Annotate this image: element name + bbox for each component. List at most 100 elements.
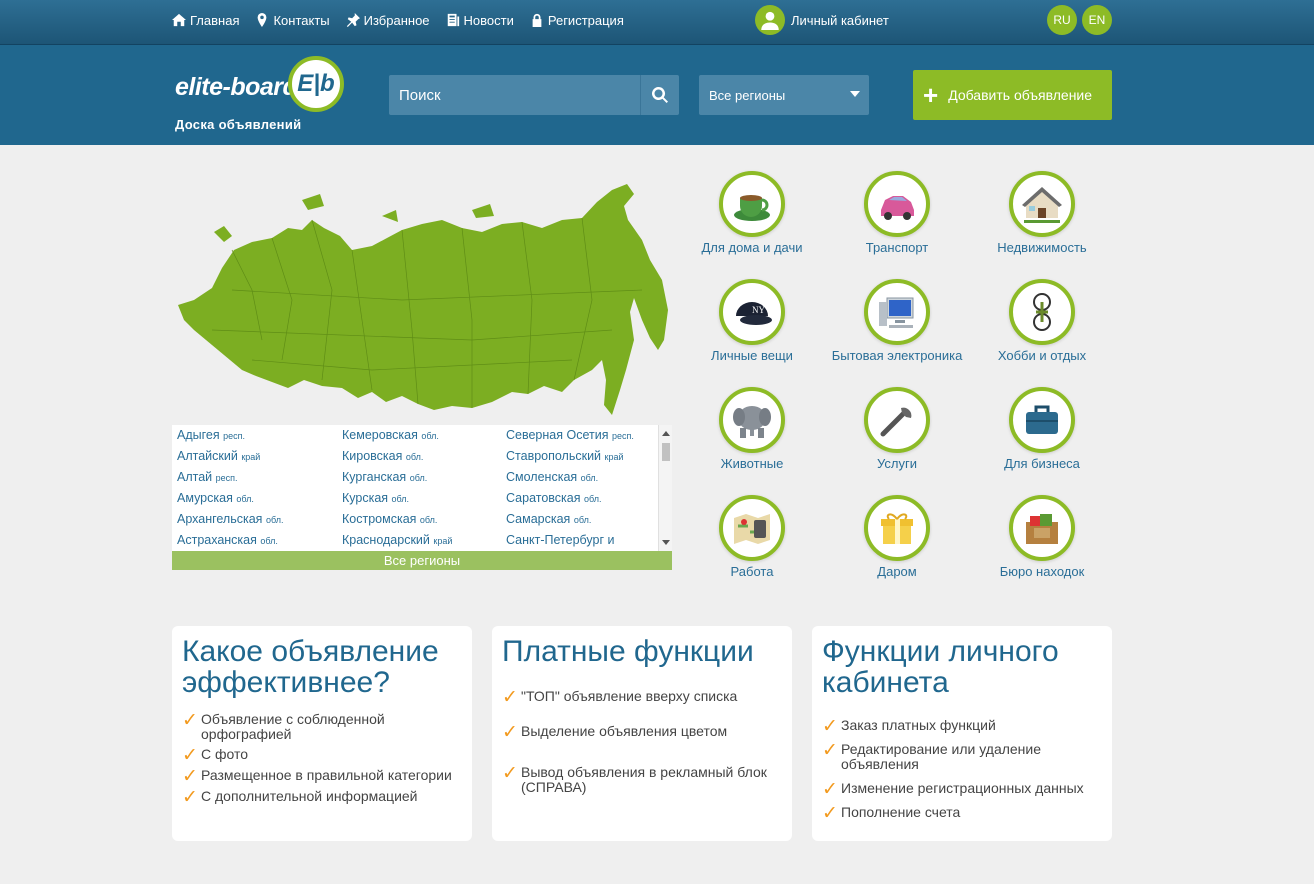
box-icon <box>1026 514 1058 544</box>
lock-icon <box>532 13 542 27</box>
category-jobs[interactable]: Работа <box>682 495 822 579</box>
scroll-thumb[interactable] <box>662 443 670 461</box>
category-services[interactable]: Услуги <box>827 387 967 471</box>
cabinet-label: Личный кабинет <box>791 12 889 28</box>
category-label: Для бизнеса <box>1004 456 1080 471</box>
avatar <box>755 5 785 35</box>
box-title: Какое объявление эффективнее? <box>182 635 439 699</box>
category-free[interactable]: Даром <box>827 495 967 579</box>
region-link[interactable]: Астраханская обл. <box>177 533 337 551</box>
region-select[interactable]: Все регионы <box>699 75 869 115</box>
info-box-effective-ad: Какое объявление эффективнее? ✓ Объявлени… <box>172 626 472 841</box>
region-link[interactable]: Курская обл. <box>342 491 502 512</box>
box-list: ✓ "ТОП" объявление вверху списка ✓ Выделен… <box>502 688 782 795</box>
category-icon-circle: NY <box>719 279 785 345</box>
region-link[interactable]: Костромская обл. <box>342 512 502 533</box>
category-hobby[interactable]: Хобби и отдых <box>972 279 1112 363</box>
lang-ru-button[interactable]: RU <box>1047 5 1077 35</box>
category-home-garden[interactable]: Для дома и дачи <box>682 171 822 255</box>
check-icon: ✓ <box>502 722 518 743</box>
region-link[interactable]: Алтайский край <box>177 449 337 470</box>
list-item: ✓ Изменение регистрационных данных <box>822 779 1084 800</box>
category-personal-items[interactable]: NY Личные вещи <box>682 279 822 363</box>
region-link[interactable]: Саратовская обл. <box>506 491 666 512</box>
lang-en-button[interactable]: EN <box>1082 5 1112 35</box>
category-animals[interactable]: Животные <box>682 387 822 471</box>
cap-icon: NY <box>736 302 772 325</box>
check-icon: ✓ <box>822 716 838 737</box>
personal-cabinet-link[interactable]: Личный кабинет <box>755 5 889 35</box>
search-icon <box>652 87 668 103</box>
region-link[interactable]: Амурская обл. <box>177 491 337 512</box>
category-transport[interactable]: Транспорт <box>827 171 967 255</box>
list-item: ✓ С фото <box>182 745 249 766</box>
category-icon-circle <box>719 171 785 237</box>
top-nav: Главная Контакты Избранное Новости Регис… <box>172 0 624 40</box>
search-button[interactable] <box>640 75 679 115</box>
check-icon: ✓ <box>182 766 198 787</box>
gift-icon <box>881 513 913 544</box>
all-regions-button[interactable]: Все регионы <box>172 551 672 570</box>
category-icon-circle <box>864 495 930 561</box>
info-box-paid-functions: Платные функции ✓ "ТОП" объявление вверху… <box>492 626 792 841</box>
region-link[interactable]: Кемеровская обл. <box>342 428 502 449</box>
category-label: Работа <box>730 564 774 579</box>
region-link[interactable]: Санкт-Петербург и <box>506 533 666 551</box>
check-icon: ✓ <box>822 803 838 824</box>
region-link[interactable]: Архангельская обл. <box>177 512 337 533</box>
category-label: Недвижимость <box>997 240 1087 255</box>
category-icon-circle <box>864 279 930 345</box>
search-input[interactable] <box>389 75 639 115</box>
region-link[interactable]: Адыгея респ. <box>177 428 337 449</box>
logo-badge[interactable]: E|b <box>288 56 344 112</box>
category-label: Транспорт <box>865 240 929 255</box>
check-icon: ✓ <box>502 763 518 784</box>
region-link[interactable]: Смоленская обл. <box>506 470 666 491</box>
region-link[interactable]: Курганская обл. <box>342 470 502 491</box>
russia-map[interactable] <box>172 180 672 425</box>
category-business[interactable]: Для бизнеса <box>972 387 1112 471</box>
user-icon <box>761 11 779 30</box>
list-item: ✓ Объявление с соблюденной орфографией <box>182 710 385 742</box>
svg-text:NY: NY <box>752 305 765 315</box>
category-label: Личные вещи <box>711 348 793 363</box>
map-phone-icon <box>734 514 770 544</box>
category-real-estate[interactable]: Недвижимость <box>972 171 1112 255</box>
briefcase-icon <box>1026 405 1058 434</box>
info-box-cabinet-functions: Функции личного кабинета ✓ Заказ платных … <box>812 626 1112 841</box>
scroll-up-arrow-icon[interactable] <box>662 431 670 436</box>
list-item: ✓ Выделение объявления цветом <box>502 722 728 743</box>
check-icon: ✓ <box>182 787 198 808</box>
nav-news[interactable]: Новости <box>446 13 514 28</box>
region-link[interactable]: Ставропольский край <box>506 449 666 470</box>
category-label: Бюро находок <box>999 564 1085 579</box>
nav-register[interactable]: Регистрация <box>530 13 624 28</box>
add-ad-button[interactable]: + Добавить объявление <box>913 70 1112 120</box>
regions-scrollbar[interactable] <box>658 425 672 551</box>
computer-icon <box>879 297 914 328</box>
region-link[interactable]: Северная Осетия респ. <box>506 428 666 449</box>
region-link[interactable]: Алтай респ. <box>177 470 337 491</box>
region-link[interactable]: Кировская обл. <box>342 449 502 470</box>
check-icon: ✓ <box>182 745 198 766</box>
region-link[interactable]: Самарская обл. <box>506 512 666 533</box>
category-label: Для дома и дачи <box>701 240 803 255</box>
region-link[interactable]: Краснодарский край <box>342 533 502 551</box>
category-icon-circle <box>864 171 930 237</box>
category-electronics[interactable]: Бытовая электроника <box>827 279 967 363</box>
list-item: ✓ Размещенное в правильной категории <box>182 766 452 787</box>
house-icon <box>1022 187 1062 223</box>
check-icon: ✓ <box>822 779 838 800</box>
list-item: ✓ Редактирование или удаление объявления <box>822 740 1042 772</box>
nav-favorites[interactable]: Избранное <box>346 13 430 28</box>
category-label: Бытовая электроника <box>831 348 963 363</box>
scroll-down-arrow-icon[interactable] <box>662 540 670 545</box>
logo-text[interactable]: elite-board <box>175 73 298 102</box>
nav-contacts[interactable]: Контакты <box>255 13 330 28</box>
category-lost-found[interactable]: Бюро находок <box>972 495 1112 579</box>
check-icon: ✓ <box>182 710 198 731</box>
category-label: Животные <box>720 456 784 471</box>
list-item: ✓ Вывод объявления в рекламный блок (СПРА… <box>502 763 767 795</box>
nav-home[interactable]: Главная <box>172 13 239 28</box>
news-icon <box>447 13 459 27</box>
